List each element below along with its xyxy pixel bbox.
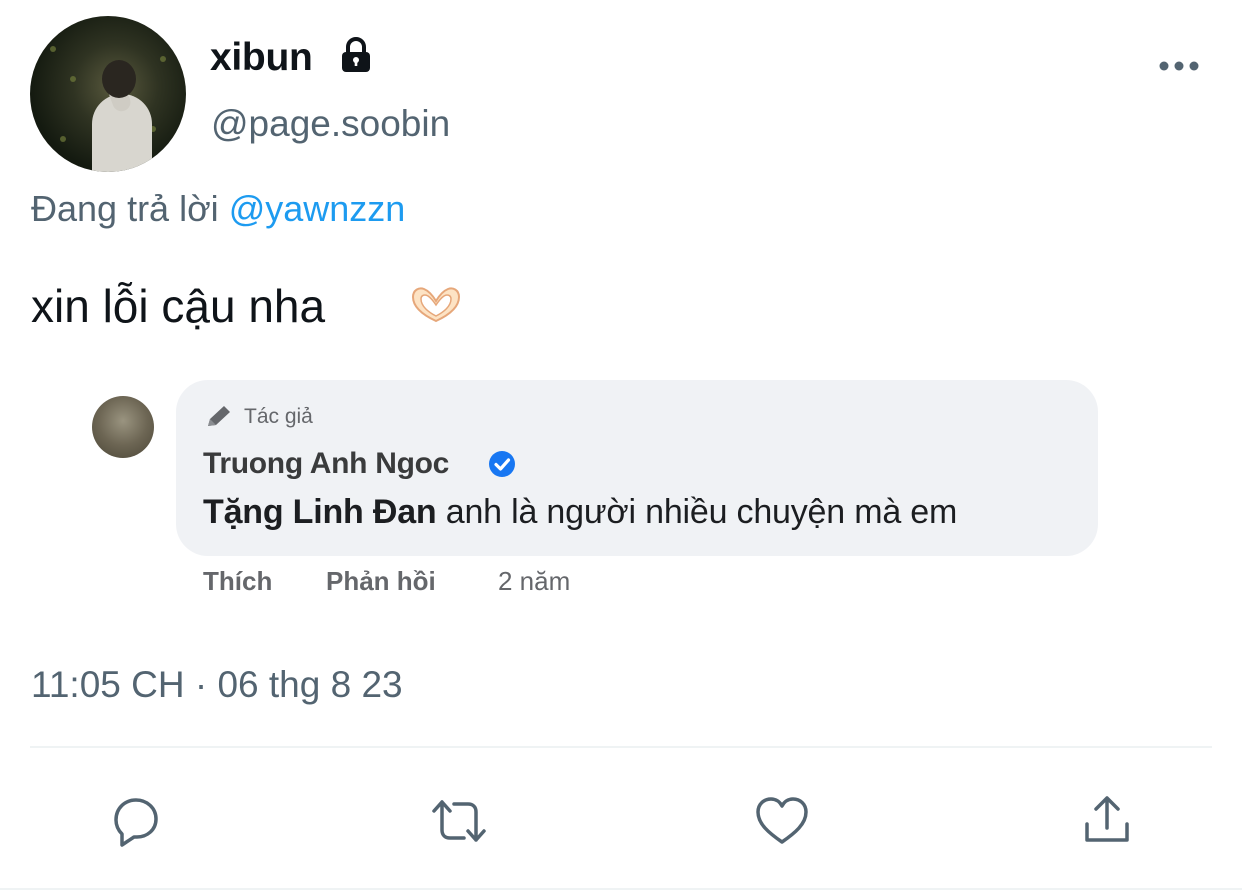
retweet-icon[interactable] bbox=[428, 790, 490, 852]
divider bbox=[30, 746, 1212, 748]
user-handle[interactable]: @page.soobin bbox=[211, 103, 450, 145]
display-name[interactable]: xibun bbox=[210, 36, 313, 80]
tweet-timestamp[interactable]: 11:05 CH · 06 thg 8 23 bbox=[31, 664, 403, 706]
fb-reply-label: Phản hồi bbox=[326, 566, 436, 596]
commenter-name: Truong Anh Ngoc bbox=[203, 447, 450, 480]
avatar-detail bbox=[160, 56, 166, 62]
replying-to-label: Đang trả lời bbox=[31, 188, 219, 229]
replying-to: Đang trả lời @yawnzzn bbox=[31, 188, 405, 230]
comment-body: anh là người nhiều chuyện mà em bbox=[436, 493, 958, 531]
author-tag: Tác giả bbox=[244, 405, 313, 428]
share-icon[interactable] bbox=[1076, 790, 1138, 852]
comment-tag: Tặng Linh Đan bbox=[203, 493, 437, 531]
verified-icon bbox=[489, 451, 515, 477]
bottom-divider bbox=[0, 888, 1242, 890]
avatar-detail bbox=[70, 76, 76, 82]
reply-icon[interactable] bbox=[104, 790, 166, 852]
more-icon[interactable] bbox=[1158, 58, 1200, 74]
avatar-detail bbox=[60, 136, 66, 142]
like-icon[interactable] bbox=[751, 790, 813, 852]
pencil-icon bbox=[208, 406, 230, 426]
comment-text: Tặng Linh Đan anh là người nhiều chuyện … bbox=[203, 493, 957, 532]
avatar-detail bbox=[102, 60, 136, 98]
tweet-text: xin lỗi cậu nha bbox=[31, 280, 326, 332]
avatar-detail bbox=[50, 46, 56, 52]
commenter-avatar bbox=[92, 396, 154, 458]
lock-icon bbox=[342, 37, 370, 72]
fb-like-label: Thích bbox=[203, 566, 273, 596]
heart-hands-icon bbox=[411, 287, 461, 323]
avatar[interactable] bbox=[30, 16, 186, 172]
mention-link[interactable]: @yawnzzn bbox=[229, 188, 406, 229]
fb-time-label: 2 năm bbox=[498, 566, 571, 596]
